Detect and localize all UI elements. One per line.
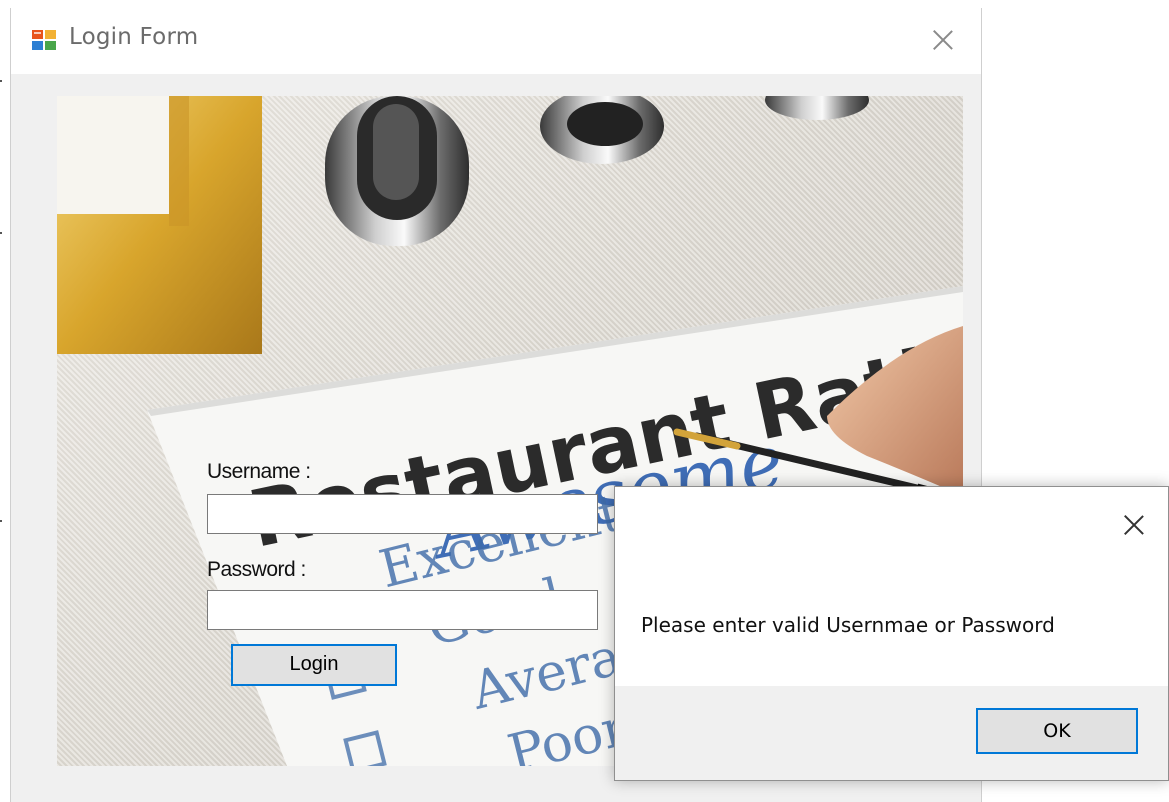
screen-edge-mark [0,232,2,234]
windows-form-icon [32,30,56,50]
window-title: Login Form [69,24,199,50]
screen-edge-mark [0,80,2,82]
close-icon[interactable] [1124,515,1144,535]
screen-edge-mark [0,520,2,522]
username-input[interactable] [207,494,598,534]
title-bar[interactable]: Login Form [11,8,981,74]
password-label: Password : [207,558,306,581]
error-message-text: Please enter valid Usernmae or Password [641,613,1055,637]
error-message-dialog: Please enter valid Usernmae or Password … [614,486,1169,781]
close-icon[interactable] [933,30,953,50]
username-label: Username : [207,460,311,483]
ok-button[interactable]: OK [976,708,1138,754]
password-input[interactable] [207,590,598,630]
login-button[interactable]: Login [231,644,397,686]
dialog-button-bar: OK [615,686,1168,780]
